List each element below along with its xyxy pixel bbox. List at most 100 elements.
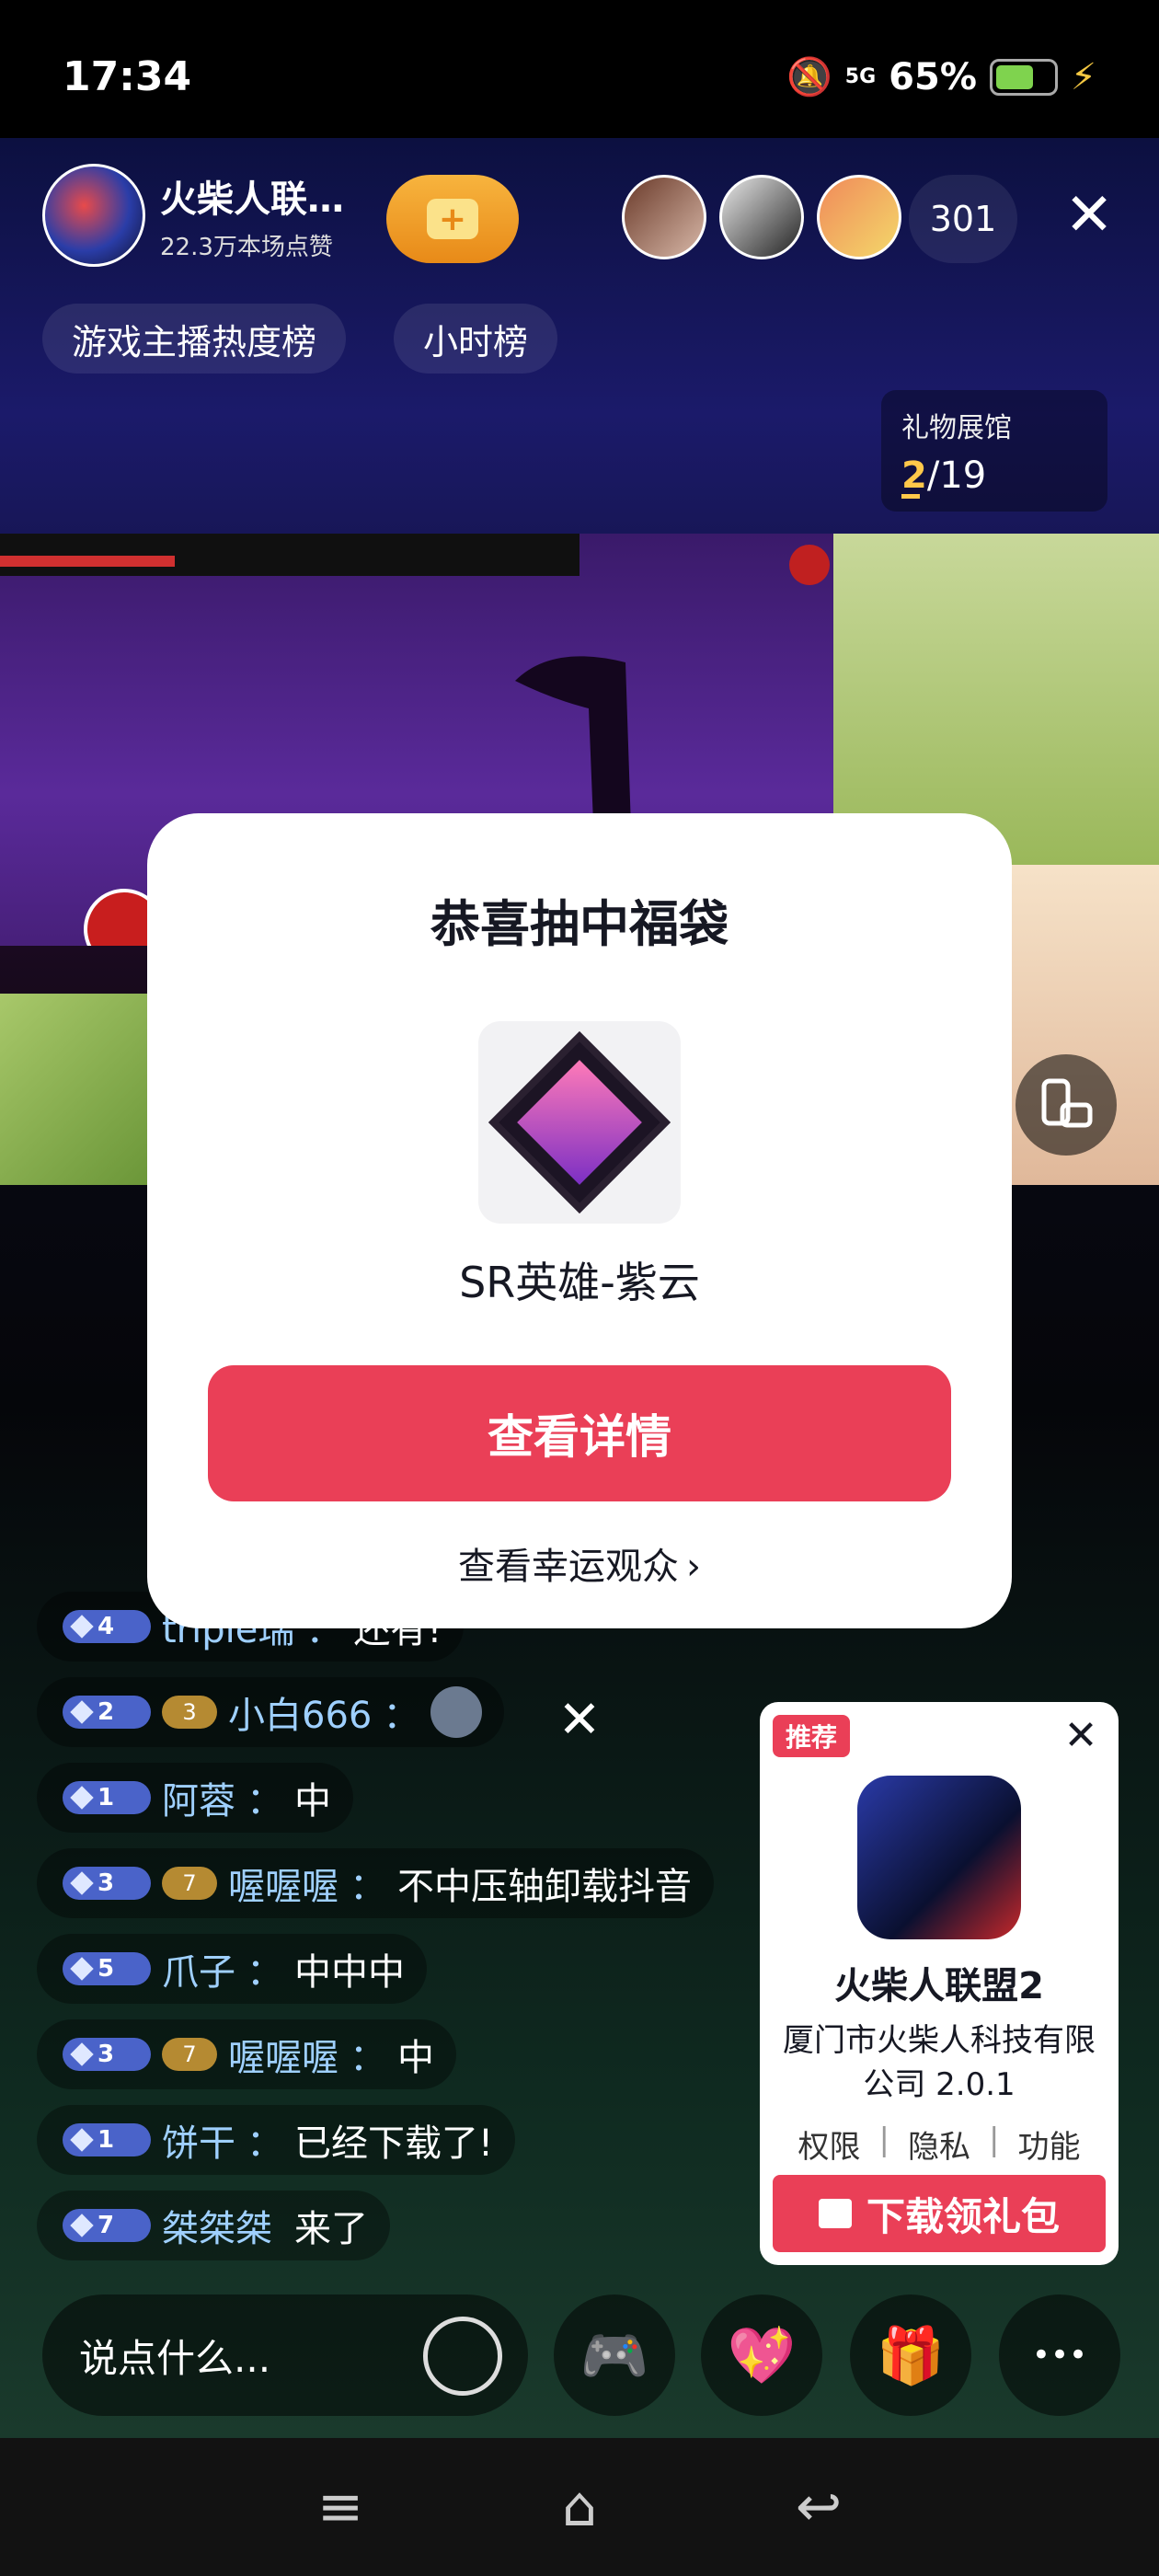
bottom-action-bar: 说点什么... 🎮 💖 🎁 ••• (0, 2280, 1159, 2434)
recommend-tag: 推荐 (773, 1715, 851, 1757)
status-indicators: 🔕 5G 65% ⚡ (786, 55, 1096, 99)
lucky-bag-modal: 恭喜抽中福袋 SR英雄-紫云 查看详情 查看幸运观众 › (147, 813, 1012, 1628)
chat-username[interactable]: 爪子 (162, 1942, 235, 1995)
charging-icon: ⚡ (1070, 55, 1096, 98)
level-number: 3 (98, 1869, 115, 1897)
hour-rank-chip[interactable]: 小时榜 (394, 304, 558, 374)
viewer-avatars[interactable] (622, 175, 901, 259)
prize-name: SR英雄-紫云 (459, 1258, 700, 1307)
game-hud-bar (0, 534, 580, 576)
chat-text: 中中中 (294, 1951, 405, 1994)
game-icon[interactable]: 🎮 (554, 2294, 675, 2416)
chat-message: 1 阿蓉 ： 中 (37, 1763, 353, 1833)
lucky-link-label: 查看幸运观众 (458, 1546, 679, 1588)
diamond-icon (70, 2214, 94, 2237)
level-badge: 1 (63, 1781, 151, 1814)
chat-separator: ： (383, 1695, 420, 1737)
chat-message: 1 饼干 ： 已经下载了! (37, 2105, 516, 2175)
menu-icon[interactable]: ≡ (304, 2470, 377, 2544)
level-number: 3 (98, 2041, 115, 2068)
mute-icon: 🔕 (786, 56, 832, 98)
viewer-avatar[interactable] (622, 175, 706, 259)
level-number: 5 (98, 1955, 115, 1983)
chat-message: 3 7 喔喔喔 ： 不中压轴卸载抖音 (37, 1848, 714, 1918)
chat-message: 3 7 喔喔喔 ： 中 (37, 2019, 456, 2089)
gift-hall-count: 2/19 (901, 454, 1087, 497)
diamond-icon (70, 1871, 94, 1895)
chevron-right-icon: › (686, 1546, 701, 1588)
app-company: 厦门市火柴人科技有限公司 2.0.1 (783, 2022, 1096, 2103)
close-live-button[interactable]: ✕ (1054, 180, 1124, 250)
anchor-name: 火柴人联… (160, 178, 344, 221)
app-ad-card[interactable]: 推荐 ✕ 火柴人联盟2 厦门市火柴人科技有限公司 2.0.1 权限 | 隐私 |… (760, 1702, 1119, 2265)
anchor-likes: 22.3万本场点赞 (160, 233, 333, 261)
viewer-count[interactable]: 301 (909, 175, 1017, 263)
level-badge: 3 (63, 1867, 151, 1900)
pause-icon (789, 545, 830, 585)
chat-username[interactable]: 饼干 (162, 2113, 235, 2167)
gift-button[interactable]: 🎁 (850, 2294, 971, 2416)
chat-message: 2 3 小白666 ： (37, 1677, 505, 1747)
level-badge: 2 (63, 1696, 151, 1729)
chat-username[interactable]: 喔喔喔 (228, 2028, 339, 2081)
ad-close-button[interactable]: ✕ (1060, 1715, 1102, 1757)
viewer-avatar[interactable] (817, 175, 901, 259)
home-icon[interactable]: ⌂ (543, 2470, 616, 2544)
level-number: 2 (98, 1698, 115, 1726)
level-number: 4 (98, 1613, 115, 1640)
diamond-icon (70, 1957, 94, 1981)
gift-icon (818, 2199, 852, 2228)
status-time: 17:34 (63, 53, 192, 100)
hot-rank-chip[interactable]: 游戏主播热度榜 (42, 304, 347, 374)
anchor-info[interactable]: 火柴人联… 22.3万本场点赞 (42, 164, 388, 267)
app-icon[interactable] (857, 1776, 1021, 1939)
diamond-icon (70, 1615, 94, 1639)
chat-username[interactable]: 喔喔喔 (228, 1857, 339, 1910)
level-badge: 1 (63, 2123, 151, 2156)
follow-button[interactable]: + (386, 175, 519, 263)
more-icon[interactable]: ••• (999, 2294, 1120, 2416)
permissions-link[interactable]: 权限 (798, 2122, 861, 2167)
download-label: 下载领礼包 (866, 2193, 1060, 2239)
emoji-icon[interactable] (423, 2317, 502, 2396)
system-nav-bar: ≡ ⌂ ↩ (0, 2438, 1159, 2576)
viewer-avatar[interactable] (719, 175, 804, 259)
chat-username[interactable]: 小白666 (228, 1685, 372, 1739)
link-separator: | (989, 2122, 1000, 2158)
chat-text: 中 (294, 1780, 331, 1823)
prize-image (478, 1021, 681, 1224)
view-details-button[interactable]: 查看详情 (208, 1365, 951, 1501)
link-separator: | (878, 2122, 889, 2158)
chat-separator: ： (350, 2037, 386, 2079)
back-icon[interactable]: ↩ (782, 2470, 855, 2544)
app-info-links: 权限 | 隐私 | 功能 (760, 2122, 1119, 2167)
gift-hall[interactable]: 礼物展馆 2/19 (881, 390, 1107, 512)
sticker-icon (430, 1686, 483, 1738)
prize-hero-art (517, 1060, 642, 1185)
chat-username[interactable]: 阿蓉 (162, 1771, 235, 1824)
diamond-icon (70, 1786, 94, 1810)
features-link[interactable]: 功能 (1017, 2122, 1080, 2167)
anchor-avatar[interactable] (42, 164, 145, 267)
close-modal-button[interactable]: ✕ (552, 1693, 607, 1748)
network-label: 5G (844, 65, 877, 88)
diamond-icon (70, 2042, 94, 2066)
prize-hero-icon (488, 1031, 671, 1213)
fan-club-badge: 3 (162, 1696, 217, 1729)
view-lucky-audience-link[interactable]: 查看幸运观众 › (147, 1536, 1012, 1590)
chat-text: 中 (397, 2037, 434, 2079)
chat-text: 已经下载了! (294, 2122, 494, 2165)
chat-text: 来了 (294, 2208, 368, 2250)
chat-username[interactable]: 桀桀桀 (162, 2199, 272, 2252)
level-number: 7 (98, 2212, 115, 2239)
battery-fill (995, 64, 1033, 89)
chat-separator: ： (247, 2122, 283, 2165)
download-gift-button[interactable]: 下载领礼包 (773, 2175, 1106, 2252)
privacy-link[interactable]: 隐私 (908, 2122, 970, 2167)
gift-hall-current: 2 (901, 454, 927, 497)
level-number: 1 (98, 2126, 115, 2154)
app-title[interactable]: 火柴人联盟2 (760, 1956, 1119, 2009)
fan-club-badge: 7 (162, 1867, 217, 1900)
rotate-screen-icon[interactable] (1016, 1054, 1117, 1156)
heart-icon[interactable]: 💖 (701, 2294, 822, 2416)
